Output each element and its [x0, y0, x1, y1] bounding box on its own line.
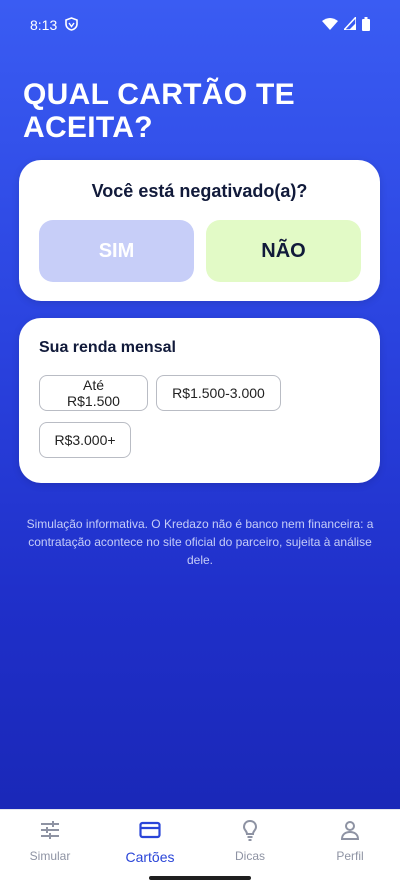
- battery-icon: [362, 16, 370, 34]
- lightbulb-icon: [238, 818, 262, 845]
- wifi-icon: [322, 17, 338, 33]
- income-option-ate-1500[interactable]: Até R$1.500: [39, 375, 148, 411]
- disclaimer-text: Simulação informativa. O Kredazo não é b…: [26, 517, 374, 567]
- vpn-shield-icon: [65, 16, 79, 34]
- credit-card-icon: [138, 818, 162, 845]
- home-indicator[interactable]: [149, 876, 251, 880]
- nao-button[interactable]: NÃO: [206, 220, 361, 282]
- status-right: [322, 15, 370, 34]
- nav-label-simular: Simular: [29, 849, 71, 863]
- sliders-icon: [38, 818, 62, 845]
- person-icon: [338, 818, 362, 845]
- nav-label-cartoes: Cartões: [125, 849, 175, 865]
- income-card: Sua renda mensal Até R$1.500 R$1.500-3.0…: [19, 318, 380, 483]
- nav-label-perfil: Perfil: [336, 849, 364, 863]
- cell-signal-icon: [342, 15, 357, 33]
- income-option-3000-plus[interactable]: R$3.000+: [39, 422, 131, 458]
- negativado-question: Você está negativado(a)?: [91, 181, 308, 201]
- page-title: QUAL CARTÃO TE ACEITA?: [23, 78, 295, 144]
- negativado-card: Você está negativado(a)? SIM NÃO: [19, 160, 380, 301]
- screen-background: 8:13 QUAL CARTÃO TE ACEITA? Você está ne…: [0, 0, 400, 809]
- nav-label-dicas: Dicas: [234, 849, 265, 863]
- status-bar: 8:13: [0, 0, 400, 50]
- nav-item-cartoes[interactable]: Cartões: [100, 818, 200, 868]
- income-option-1500-3000[interactable]: R$1.500-3.000: [156, 375, 281, 411]
- nav-item-simular[interactable]: Simular: [0, 818, 100, 868]
- nav-item-perfil[interactable]: Perfil: [300, 818, 400, 868]
- status-left: 8:13: [30, 16, 79, 34]
- status-time: 8:13: [30, 17, 58, 33]
- nav-item-dicas[interactable]: Dicas: [200, 818, 300, 868]
- income-title: Sua renda mensal: [39, 339, 176, 356]
- sim-button[interactable]: SIM: [39, 220, 194, 282]
